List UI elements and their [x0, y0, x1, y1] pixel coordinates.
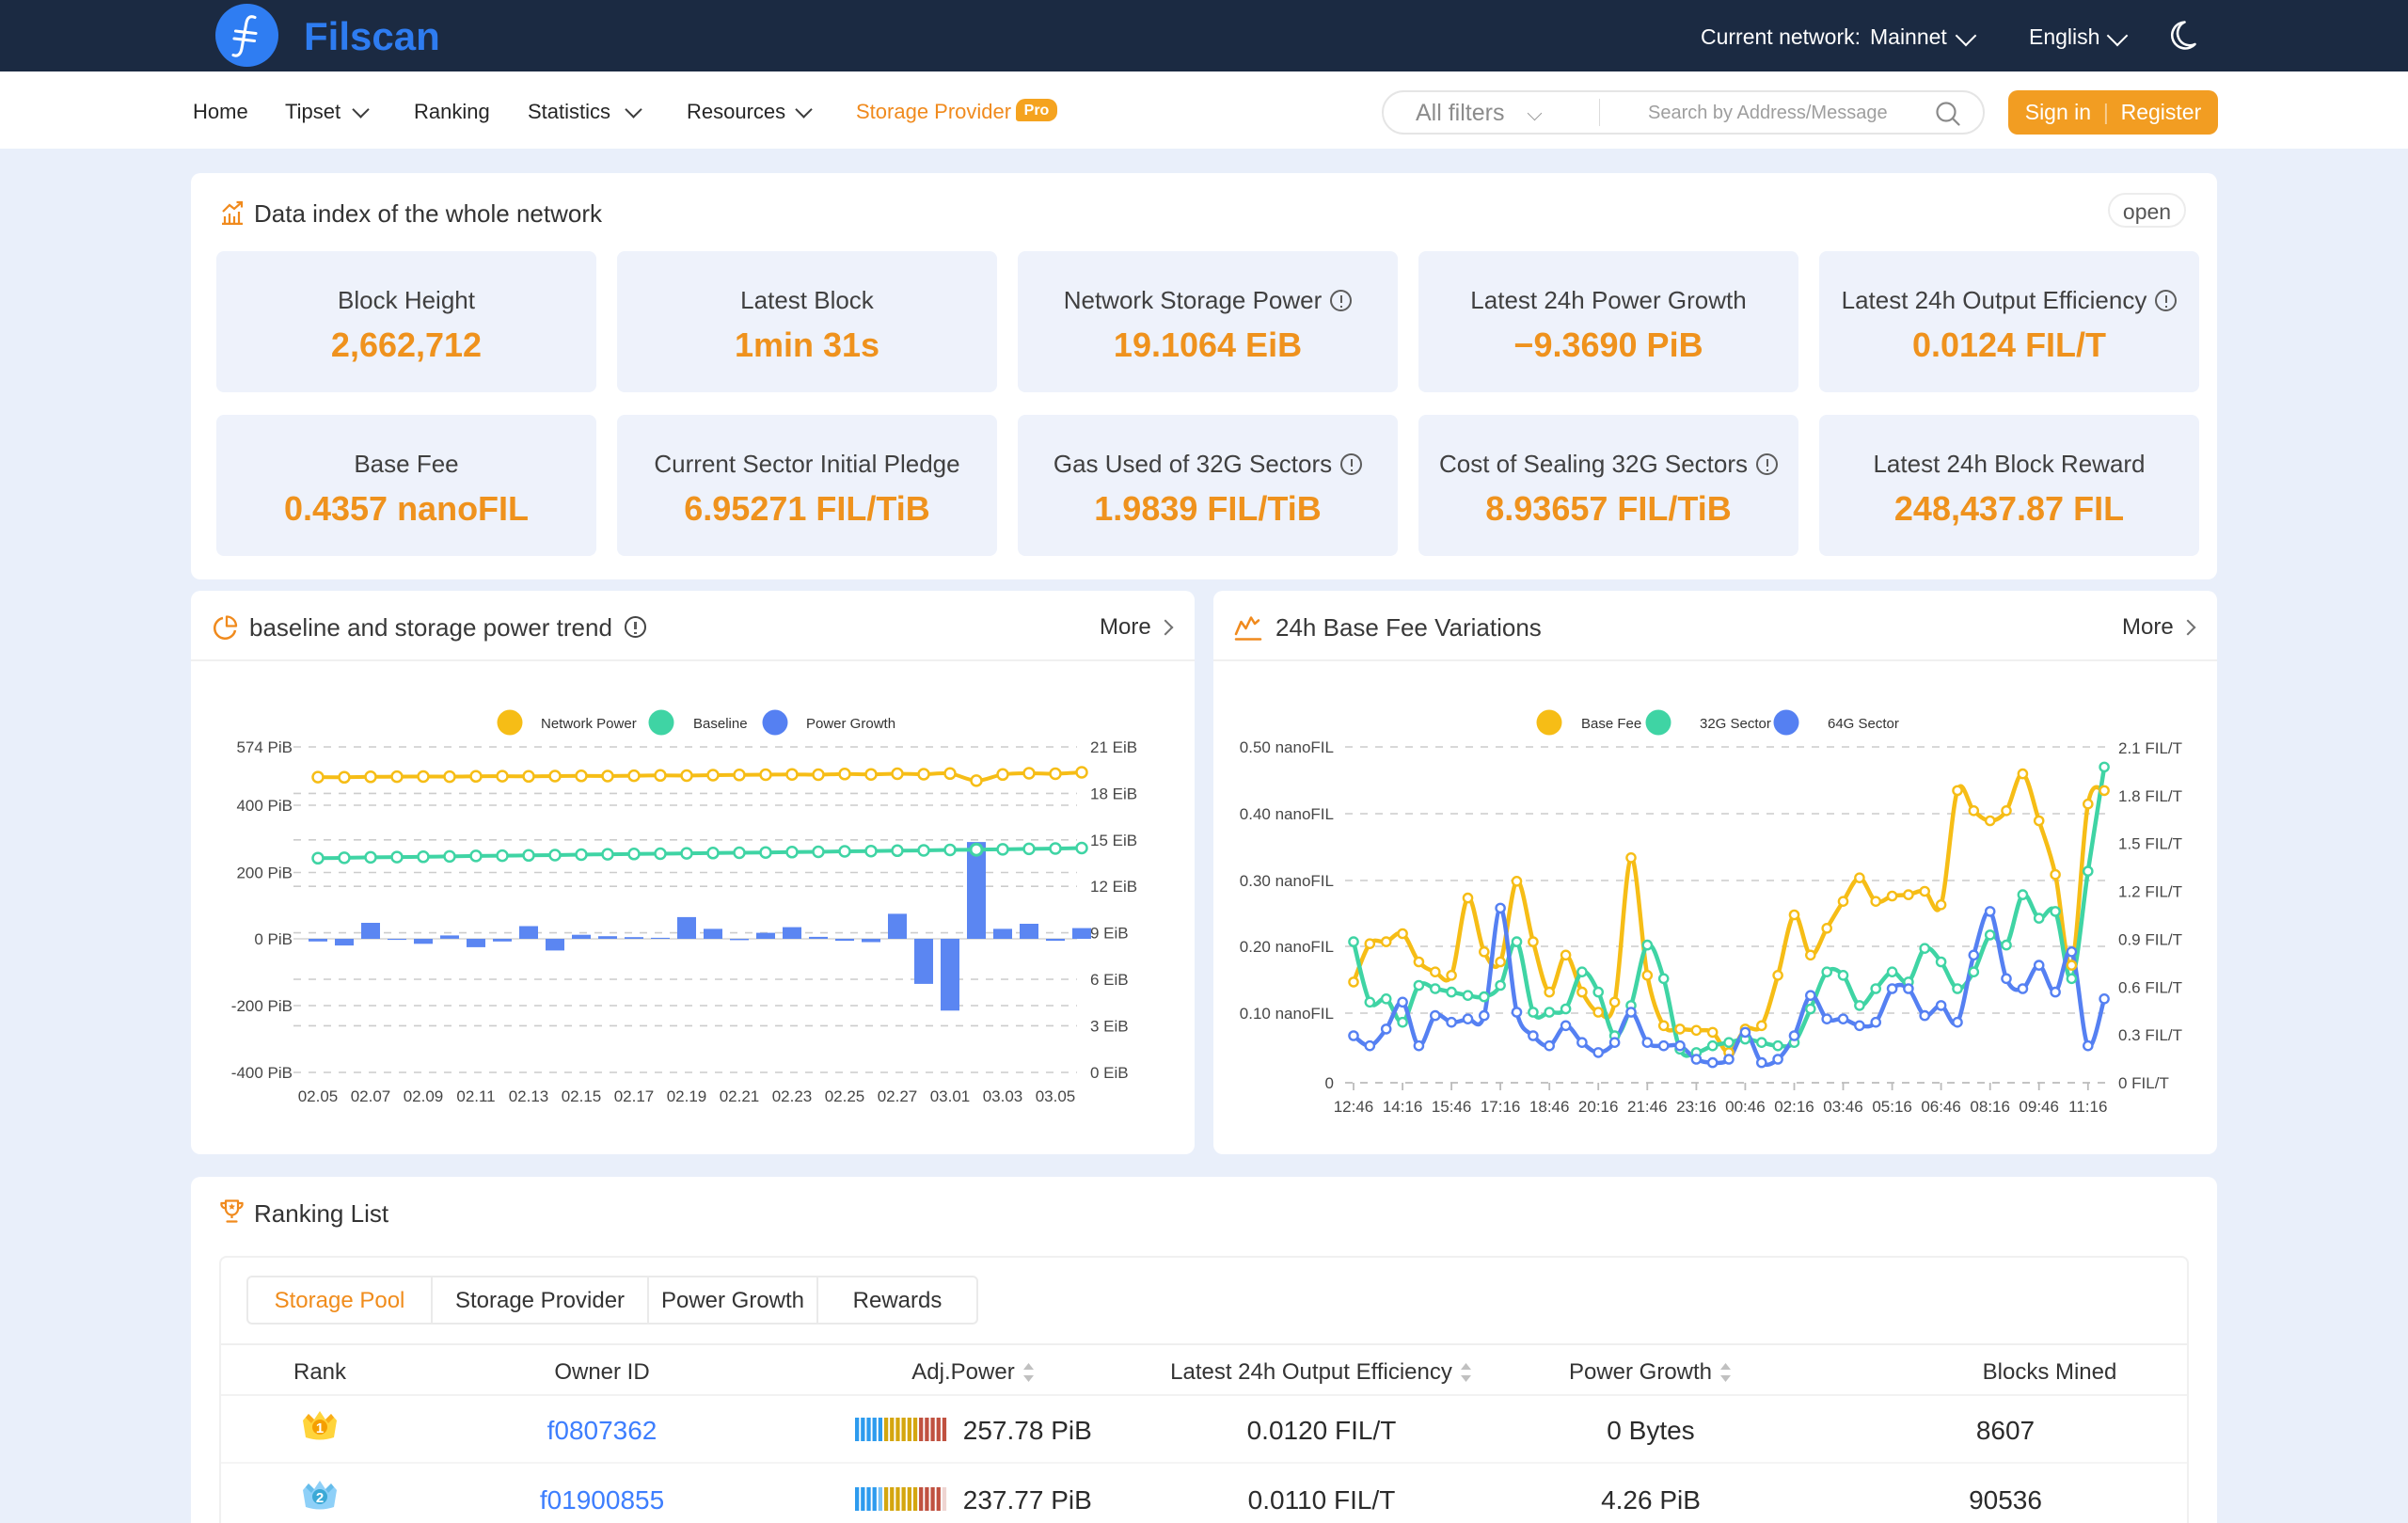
svg-text:09:46: 09:46 [2019, 1098, 2059, 1116]
svg-text:2.1 FIL/T: 2.1 FIL/T [2118, 739, 2182, 757]
svg-text:0 FIL/T: 0 FIL/T [2118, 1074, 2169, 1092]
svg-text:03.01: 03.01 [930, 1087, 971, 1105]
svg-text:400 PiB: 400 PiB [236, 797, 293, 815]
svg-text:02.05: 02.05 [298, 1087, 339, 1105]
svg-text:08:16: 08:16 [1970, 1098, 2010, 1116]
svg-text:0.6 FIL/T: 0.6 FIL/T [2118, 978, 2182, 996]
svg-text:02.09: 02.09 [404, 1087, 444, 1105]
svg-text:574 PiB: 574 PiB [236, 738, 293, 756]
svg-text:0.50 nanoFIL: 0.50 nanoFIL [1240, 738, 1334, 756]
svg-text:Power Growth: Power Growth [806, 716, 895, 732]
svg-text:02.23: 02.23 [772, 1087, 813, 1105]
svg-text:21 EiB: 21 EiB [1090, 738, 1137, 756]
svg-text:200 PiB: 200 PiB [236, 865, 293, 882]
svg-text:03.05: 03.05 [1036, 1087, 1076, 1105]
svg-text:32G Sector: 32G Sector [1700, 716, 1771, 732]
svg-text:Base Fee: Base Fee [1581, 716, 1641, 732]
svg-text:00:46: 00:46 [1725, 1098, 1766, 1116]
svg-text:11:16: 11:16 [2068, 1098, 2107, 1116]
svg-text:0.30 nanoFIL: 0.30 nanoFIL [1240, 872, 1334, 890]
svg-text:1: 1 [316, 1420, 324, 1436]
svg-text:0.20 nanoFIL: 0.20 nanoFIL [1240, 938, 1334, 956]
svg-text:0.10 nanoFIL: 0.10 nanoFIL [1240, 1005, 1334, 1023]
svg-text:64G Sector: 64G Sector [1828, 716, 1899, 732]
svg-text:23:16: 23:16 [1676, 1098, 1717, 1116]
svg-text:02.21: 02.21 [720, 1087, 760, 1105]
svg-text:21:46: 21:46 [1627, 1098, 1668, 1116]
svg-text:14:16: 14:16 [1383, 1098, 1423, 1116]
svg-text:12:46: 12:46 [1334, 1098, 1374, 1116]
svg-text:2: 2 [316, 1490, 324, 1506]
svg-text:02.15: 02.15 [562, 1087, 602, 1105]
svg-text:1.8 FIL/T: 1.8 FIL/T [2118, 787, 2182, 805]
svg-text:02.25: 02.25 [825, 1087, 865, 1105]
svg-text:17:16: 17:16 [1481, 1098, 1521, 1116]
svg-text:1.2 FIL/T: 1.2 FIL/T [2118, 883, 2182, 901]
svg-text:02.13: 02.13 [509, 1087, 549, 1105]
svg-text:02.17: 02.17 [614, 1087, 655, 1105]
svg-text:0: 0 [1325, 1074, 1334, 1092]
svg-text:18 EiB: 18 EiB [1090, 785, 1137, 802]
svg-text:02.11: 02.11 [456, 1087, 495, 1105]
svg-text:18:46: 18:46 [1529, 1098, 1570, 1116]
svg-text:02:16: 02:16 [1774, 1098, 1814, 1116]
svg-text:15:46: 15:46 [1432, 1098, 1472, 1116]
svg-text:02.19: 02.19 [667, 1087, 707, 1105]
svg-text:02.27: 02.27 [878, 1087, 918, 1105]
svg-text:1.5 FIL/T: 1.5 FIL/T [2118, 835, 2182, 853]
svg-text:6 EiB: 6 EiB [1090, 971, 1129, 989]
svg-text:06:46: 06:46 [1921, 1098, 1961, 1116]
svg-text:0.3 FIL/T: 0.3 FIL/T [2118, 1026, 2182, 1044]
svg-text:02.07: 02.07 [351, 1087, 391, 1105]
svg-text:9 EiB: 9 EiB [1090, 925, 1129, 943]
svg-text:Baseline: Baseline [693, 716, 748, 732]
svg-text:Network Power: Network Power [541, 716, 637, 732]
svg-text:03:46: 03:46 [1823, 1098, 1863, 1116]
svg-text:0 EiB: 0 EiB [1090, 1064, 1129, 1082]
svg-text:05:16: 05:16 [1872, 1098, 1912, 1116]
svg-text:0.9 FIL/T: 0.9 FIL/T [2118, 930, 2182, 948]
svg-text:12 EiB: 12 EiB [1090, 878, 1137, 896]
svg-text:-400 PiB: -400 PiB [231, 1064, 293, 1082]
svg-text:03.03: 03.03 [983, 1087, 1023, 1105]
svg-text:0 PiB: 0 PiB [254, 930, 293, 948]
svg-text:-200 PiB: -200 PiB [231, 997, 293, 1015]
svg-text:20:16: 20:16 [1578, 1098, 1619, 1116]
svg-text:15 EiB: 15 EiB [1090, 832, 1137, 849]
svg-text:0.40 nanoFIL: 0.40 nanoFIL [1240, 805, 1334, 823]
svg-text:3 EiB: 3 EiB [1090, 1017, 1129, 1035]
